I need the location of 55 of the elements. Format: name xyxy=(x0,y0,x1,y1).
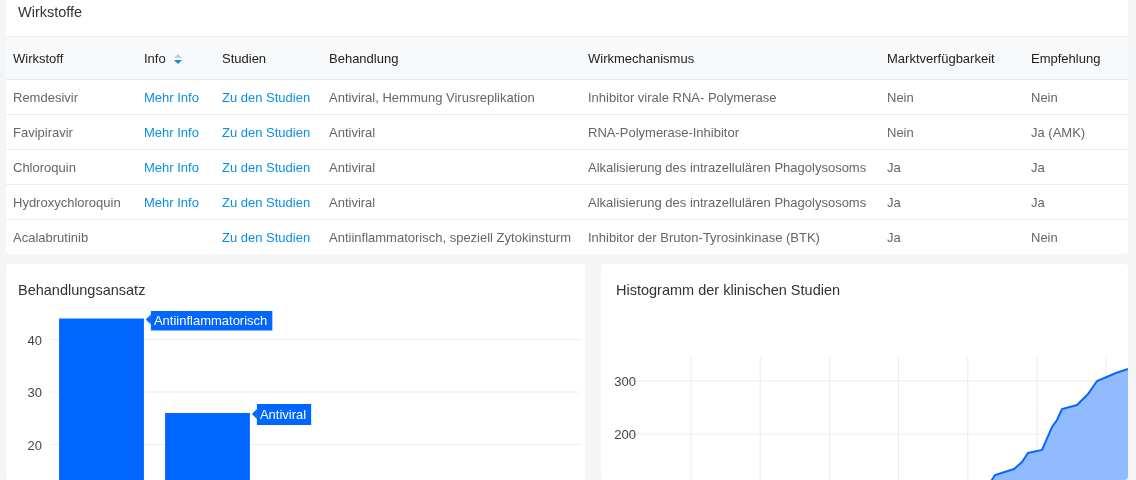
studies-link[interactable]: Zu den Studien xyxy=(222,89,311,105)
info-link[interactable]: Mehr Info xyxy=(144,159,199,175)
table-cell: Antiviral, Hemmung Virusreplikation xyxy=(329,89,535,105)
category-tooltip: Antiinflammatorisch xyxy=(145,311,273,331)
table-cell: Antiinflammatorisch, speziell Zytokinsturm xyxy=(329,229,572,245)
table-cell: Acalabrutinib xyxy=(13,229,89,245)
column-header[interactable]: Info xyxy=(137,36,215,80)
table-cell: Ja xyxy=(1031,159,1045,175)
table-cell: Ja xyxy=(887,159,901,175)
table-cell: Hydroxychloroquin xyxy=(13,194,121,210)
annotation: Antiviral xyxy=(259,407,307,422)
table-cell: Remdesivir xyxy=(13,89,78,105)
table-cell: Antiviral xyxy=(329,124,376,140)
info-link[interactable]: Mehr Info xyxy=(144,124,199,140)
chart-title: Histogramm der klinischen Studien xyxy=(616,282,841,298)
table-cell: Chloroquin xyxy=(13,159,76,175)
table-cell: Antiviral xyxy=(329,159,376,175)
axis-tick-label: 200 xyxy=(614,427,636,442)
table-cell: Alkalisierung des intrazellulären Phagolysosoms xyxy=(588,194,867,210)
category-tooltip: Antiviral xyxy=(251,404,312,425)
studies-link[interactable]: Zu den Studien xyxy=(222,159,311,175)
column-label: Info xyxy=(144,51,166,67)
table-cell: Nein xyxy=(1031,229,1058,245)
table-title: Wirkstoffe xyxy=(18,4,83,22)
column-header[interactable]: Empfehlung xyxy=(1024,36,1128,80)
axis-tick-label: 300 xyxy=(614,374,636,389)
info-link[interactable]: Mehr Info xyxy=(144,89,199,105)
table-cell: RNA-Polymerase-Inhibitor xyxy=(588,124,739,140)
sort-icon[interactable] xyxy=(173,52,182,65)
column-header[interactable]: Wirkstoff xyxy=(6,36,137,80)
table-cell: Inhibitor der Bruton-Tyrosinkinase (BTK) xyxy=(588,229,820,245)
chart-title: Behandlungsansatz xyxy=(18,282,146,298)
studies-link[interactable]: Zu den Studien xyxy=(222,194,311,210)
table-cell: Nein xyxy=(887,89,914,105)
table-cell: Alkalisierung des intrazellulären Phagolysosoms xyxy=(588,159,867,175)
table-cell: Antiviral xyxy=(329,194,376,210)
table-cell: Ja xyxy=(1031,194,1045,210)
table-cell: Nein xyxy=(1031,89,1058,105)
table-cell: Nein xyxy=(887,124,914,140)
axis-tick-label: 20 xyxy=(27,437,42,453)
studies-link[interactable]: Zu den Studien xyxy=(222,124,311,140)
info-link[interactable]: Mehr Info xyxy=(144,194,199,210)
column-header[interactable]: Studien xyxy=(215,36,322,80)
table-cell: Ja xyxy=(887,194,901,210)
table-cell: Favipiravir xyxy=(13,124,73,140)
column-header[interactable]: Marktverfügbarkeit xyxy=(880,36,1024,80)
column-header[interactable]: Behandlung xyxy=(322,36,581,80)
table-cell: Ja (AMK) xyxy=(1031,124,1086,140)
axis-tick-label: 30 xyxy=(27,385,42,400)
column-header[interactable]: Wirkmechanismus xyxy=(581,36,880,80)
studies-link[interactable]: Zu den Studien xyxy=(222,229,311,245)
axis-tick-label: 40 xyxy=(27,332,42,348)
table-cell: Ja xyxy=(887,229,901,245)
table-cell: Inhibitor virale RNA- Polymerase xyxy=(588,89,777,105)
annotation: Antiinflammatorisch xyxy=(153,312,268,328)
